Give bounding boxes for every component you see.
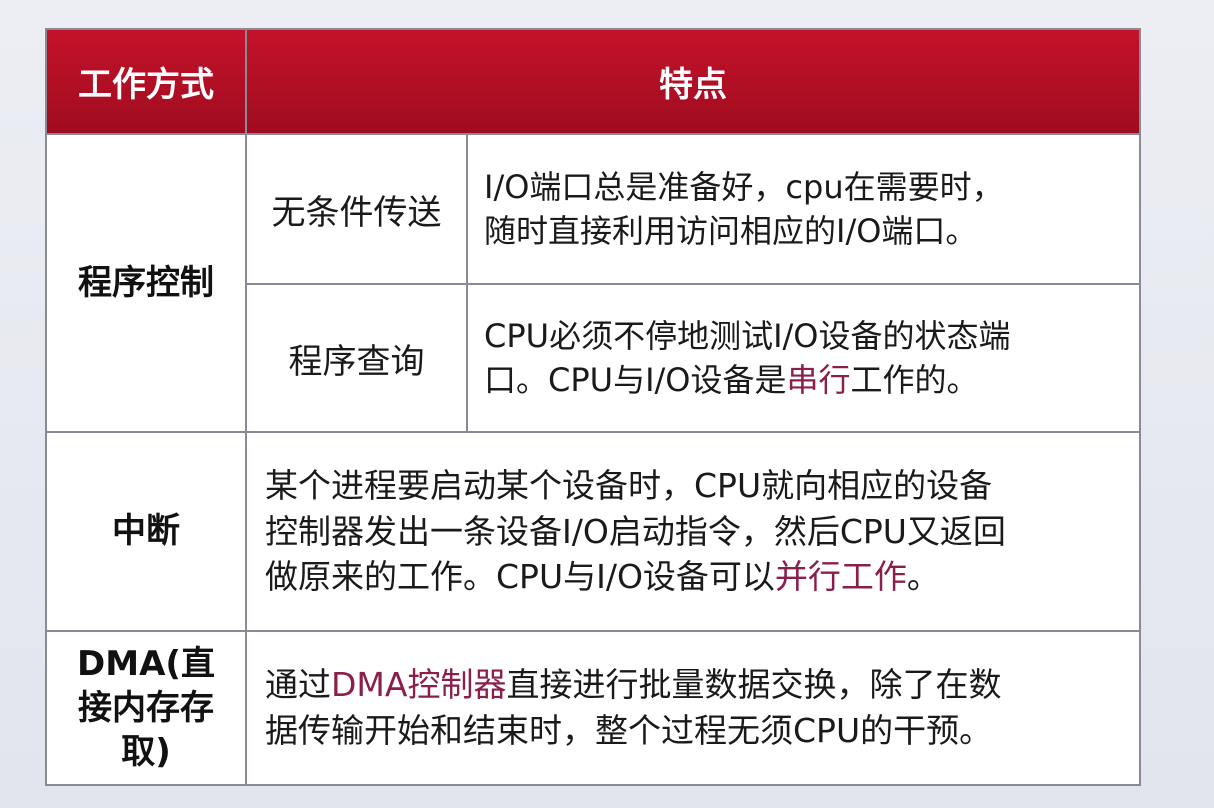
dma-label-line: DMA(直 <box>77 643 215 684</box>
slide-background: 工作方式 特点 程序控制 无条件传送 I/O端口总是准备好，cpu在需要时， 随… <box>0 0 1214 808</box>
header-features: 特点 <box>245 28 1141 135</box>
mode-interrupt: 中断 <box>45 431 247 632</box>
desc-line: I/O端口总是准备好，cpu在需要时， <box>484 167 1004 206</box>
table-row: 程序控制 无条件传送 I/O端口总是准备好，cpu在需要时， 随时直接利用访问相… <box>45 133 1141 433</box>
highlight-parallel: 并行工作 <box>774 557 907 597</box>
desc-line: 某个进程要启动某个设备时，CPU就向相应的设备 <box>265 466 993 506</box>
desc-line: 做原来的工作。CPU与I/O设备可以并行工作。 <box>265 554 1127 600</box>
desc-line: 通过DMA控制器直接进行批量数据交换，除了在数 <box>265 662 1127 708</box>
submode-polling: 程序查询 <box>245 283 468 433</box>
header-mode: 工作方式 <box>45 28 247 135</box>
text-segment: 工作的。 <box>850 361 979 399</box>
header-row: 工作方式 特点 <box>45 28 1141 135</box>
desc-line: 据传输开始和结束时，整个过程无须CPU的干预。 <box>265 711 993 750</box>
dma-label-line: 取) <box>121 732 171 773</box>
dma-label-line: 接内存存 <box>78 687 214 728</box>
text-segment: 做原来的工作。CPU与I/O设备可以 <box>265 557 775 597</box>
text-segment: 直接进行批量数据交换，除了在数 <box>506 665 1002 705</box>
table-row: DMA(直 接内存存 取) 通过DMA控制器直接进行批量数据交换，除了在数 据传… <box>45 630 1141 786</box>
table-row: 中断 某个进程要启动某个设备时，CPU就向相应的设备 控制器发出一条设备I/O启… <box>45 431 1141 632</box>
mode-dma: DMA(直 接内存存 取) <box>45 630 247 786</box>
desc-unconditional: I/O端口总是准备好，cpu在需要时， 随时直接利用访问相应的I/O端口。 <box>466 133 1141 285</box>
mode-program-control: 程序控制 <box>45 133 247 433</box>
text-segment: 通过 <box>265 665 331 705</box>
submode-unconditional: 无条件传送 <box>245 133 468 285</box>
highlight-serial: 串行 <box>786 361 851 399</box>
desc-line: 口。CPU与I/O设备是串行工作的。 <box>484 358 1127 402</box>
text-segment: 口。CPU与I/O设备是 <box>484 361 787 399</box>
desc-line: 随时直接利用访问相应的I/O端口。 <box>484 212 978 250</box>
desc-line: 控制器发出一条设备I/O启动指令，然后CPU又返回 <box>265 511 1006 551</box>
desc-polling: CPU必须不停地测试I/O设备的状态端 口。CPU与I/O设备是串行工作的。 <box>466 283 1141 433</box>
io-modes-table: 工作方式 特点 程序控制 无条件传送 I/O端口总是准备好，cpu在需要时， 随… <box>45 28 1141 786</box>
desc-dma: 通过DMA控制器直接进行批量数据交换，除了在数 据传输开始和结束时，整个过程无须… <box>245 630 1141 786</box>
desc-line: CPU必须不停地测试I/O设备的状态端 <box>484 316 1011 355</box>
text-segment: 。 <box>906 557 940 597</box>
desc-interrupt: 某个进程要启动某个设备时，CPU就向相应的设备 控制器发出一条设备I/O启动指令… <box>245 431 1141 632</box>
highlight-dma-controller: DMA控制器 <box>331 665 507 705</box>
